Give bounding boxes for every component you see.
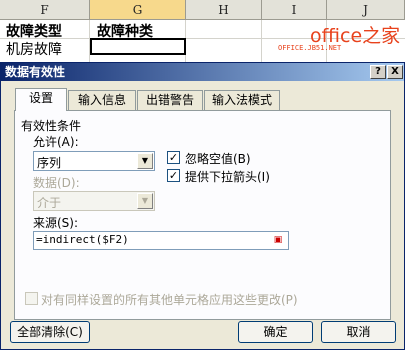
watermark-url: OFFICE.JB51.NET xyxy=(278,44,342,52)
settings-panel: 有效性条件 允许(A): 序列 ▼ 数据(D): 介于 ▼ ✓ 忽略空值(B) … xyxy=(14,110,391,320)
allow-select-value: 序列 xyxy=(37,156,62,170)
dialog-titlebar[interactable]: 数据有效性 xyxy=(1,63,404,81)
apply-all-label: 对有同样设置的所有其他单元格应用这些更改(P) xyxy=(41,293,298,307)
group-label: 有效性条件 xyxy=(21,119,82,133)
collapse-dialog-icon[interactable]: ▣ xyxy=(270,234,286,246)
data-label: 数据(D): xyxy=(33,176,80,190)
spreadsheet: F G H I J 故障类型 故障种类 机房故障 office之家 OFFICE… xyxy=(0,0,405,62)
apply-all-checkbox[interactable] xyxy=(25,292,38,305)
clear-all-button[interactable]: 全部清除(C) xyxy=(10,321,90,343)
active-cell-g2[interactable] xyxy=(90,38,186,55)
grid-line xyxy=(261,20,262,62)
dialog-title: 数据有效性 xyxy=(5,65,66,79)
cancel-button[interactable]: 取消 xyxy=(321,321,396,343)
close-button[interactable]: X xyxy=(387,65,403,79)
cell-f2[interactable]: 机房故障 xyxy=(6,39,62,59)
tab-ime-mode[interactable]: 输入法模式 xyxy=(204,90,280,110)
cell-f1[interactable]: 故障类型 xyxy=(6,21,62,41)
source-input[interactable]: =indirect($F2) ▣ xyxy=(33,231,289,250)
chevron-down-icon[interactable]: ▼ xyxy=(137,153,153,169)
dropdown-arrow-checkbox[interactable]: ✓ xyxy=(167,169,180,182)
column-header-h[interactable]: H xyxy=(186,0,262,20)
tab-error-alert[interactable]: 出错警告 xyxy=(137,90,203,110)
ignore-blank-label: 忽略空值(B) xyxy=(185,152,251,166)
dropdown-arrow-label: 提供下拉箭头(I) xyxy=(185,170,270,184)
column-header-g[interactable]: G xyxy=(90,0,186,20)
ok-button[interactable]: 确定 xyxy=(238,321,313,343)
tab-input-message[interactable]: 输入信息 xyxy=(68,90,136,110)
source-label: 来源(S): xyxy=(33,216,79,230)
source-input-value: =indirect($F2) xyxy=(36,233,129,246)
data-select[interactable]: 介于 ▼ xyxy=(33,191,155,211)
chevron-down-icon[interactable]: ▼ xyxy=(137,193,153,209)
ignore-blank-checkbox[interactable]: ✓ xyxy=(167,151,180,164)
column-header-f[interactable]: F xyxy=(0,0,90,20)
allow-label: 允许(A): xyxy=(33,135,79,149)
data-validation-dialog: 数据有效性 ? X 设置 输入信息 出错警告 输入法模式 有效性条件 允许(A)… xyxy=(0,62,405,350)
help-button[interactable]: ? xyxy=(370,65,386,79)
tab-settings[interactable]: 设置 xyxy=(15,88,67,111)
data-select-value: 介于 xyxy=(37,196,62,210)
column-header-j[interactable]: J xyxy=(327,0,405,20)
allow-select[interactable]: 序列 ▼ xyxy=(33,151,155,171)
column-header-i[interactable]: I xyxy=(262,0,327,20)
